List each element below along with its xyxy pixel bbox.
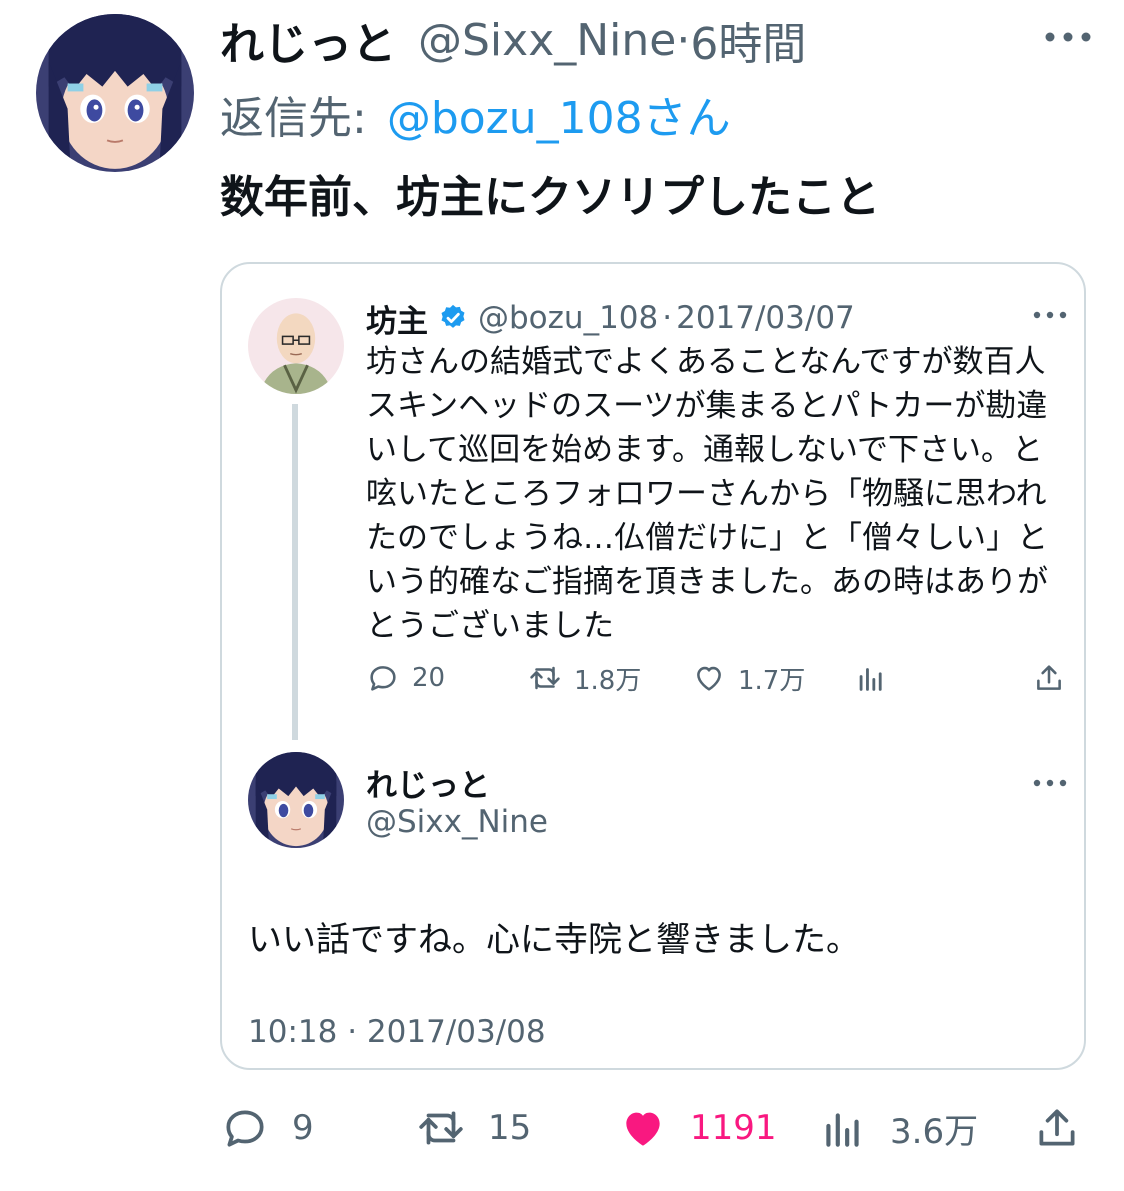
quoted-retweet-count: 1.8万 [574,665,642,696]
tweet-page: れじっと @Sixx_Nine · 6時間 返信先: @bozu_108さん 数… [0,0,1124,1191]
quoted-reply-count: 20 [412,663,446,693]
views-icon [826,1113,859,1147]
tweet-text: 数年前、坊主にクソリプしたこと [220,172,880,223]
replying-to: 返信先: @bozu_108さん [220,86,731,144]
reply-target-link[interactable]: @bozu_108さん [387,82,731,146]
quoted-views-button[interactable] [854,658,900,698]
views-icon [859,668,882,691]
share-icon [1039,1109,1075,1146]
retweet-button[interactable]: 15 [416,1100,531,1156]
tweet-actions: 9 15 1191 3.6万 [220,1100,1086,1156]
tweet-time[interactable]: 6時間 [690,8,806,72]
quoted-reply-button[interactable]: 20 [366,658,445,698]
quoted-retweet-button[interactable]: 1.8万 [528,658,641,698]
quoted-actions: 20 1.8万 1.7万 [366,658,1066,698]
verified-badge-icon [441,304,465,328]
thread-connector [292,404,298,740]
reply-author-handle[interactable]: @Sixx_Nine [366,804,548,840]
view-count: 3.6万 [890,1111,979,1152]
author-name[interactable]: れじっと [220,8,396,72]
reply-timestamp[interactable]: 10:18 · 2017/03/08 [248,1014,546,1050]
reply-label: 返信先: [220,93,367,144]
like-icon [697,666,721,691]
quoted-header: 坊主 @bozu_108 · 2017/03/07 [366,296,855,340]
quoted-thread-card[interactable]: 坊主 @bozu_108 · 2017/03/07 坊さんの結婚式でよくあること… [220,262,1086,1070]
like-icon [626,1112,660,1146]
quoted-like-count: 1.7万 [738,665,806,696]
quoted-text: 坊さんの結婚式でよくあることなんですが数百人 スキンヘッドのスーツが集まるとパト… [366,344,1048,644]
reply-icon [370,666,396,691]
views-button[interactable]: 3.6万 [818,1100,978,1156]
reply-count: 9 [292,1108,314,1148]
quoted-separator: · [662,300,673,336]
reply-icon [226,1110,264,1147]
like-count: 1191 [690,1108,777,1148]
author-handle[interactable]: @Sixx_Nine [418,15,676,66]
quoted-share-button[interactable] [1032,658,1078,698]
author-avatar[interactable] [36,14,194,172]
reply-button[interactable]: 9 [220,1100,314,1156]
quoted-like-button[interactable]: 1.7万 [692,658,805,698]
more-icon[interactable] [1030,772,1070,794]
tweet-header: れじっと @Sixx_Nine · 6時間 [220,8,806,72]
quoted-date[interactable]: 2017/03/07 [676,300,855,336]
retweet-count: 15 [488,1108,532,1148]
reply-author-name[interactable]: れじっと [366,760,490,805]
retweet-icon [530,666,560,690]
quoted-handle[interactable]: @bozu_108 [478,300,658,336]
separator: · [676,14,691,66]
quoted-author-avatar[interactable] [248,298,344,394]
like-button[interactable]: 1191 [618,1100,777,1156]
retweet-icon [419,1111,463,1145]
reply-author-avatar[interactable] [248,752,344,848]
share-icon [1037,665,1061,690]
reply-text: いい話ですね。心に寺院と響きました。 [248,920,860,960]
quoted-author-name[interactable]: 坊主 [366,296,428,341]
more-icon[interactable] [1030,304,1070,326]
more-icon[interactable] [1040,22,1096,52]
share-button[interactable] [1032,1100,1104,1156]
